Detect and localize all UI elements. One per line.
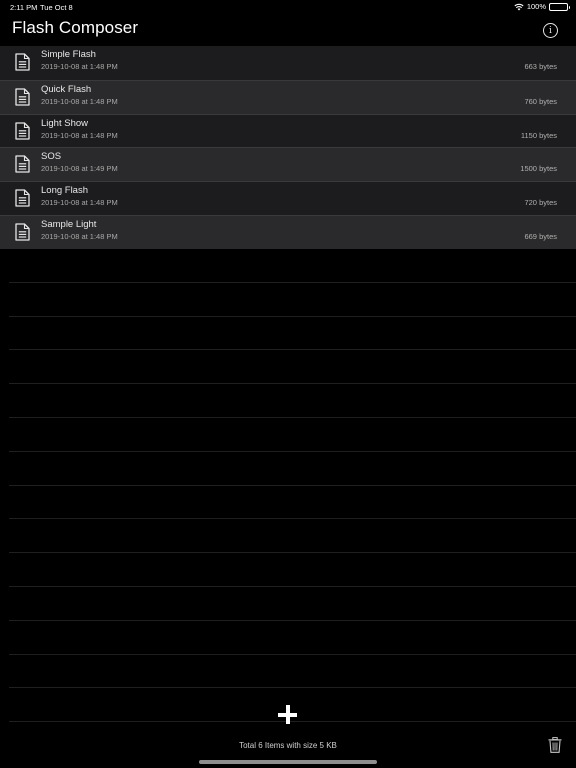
row-separator [9,417,576,418]
empty-list-area [0,248,576,728]
file-date: 2019-10-08 at 1:49 PM [41,164,118,174]
file-row[interactable]: Simple Flash 2019-10-08 at 1:48 PM 663 byt… [0,46,576,80]
row-separator [9,518,576,520]
file-row[interactable]: Quick Flash 2019-10-08 at 1:48 PM 760 byte… [0,79,576,114]
document-icon [15,223,30,241]
file-size: 1150 bytes [520,130,557,140]
row-separator [9,586,576,587]
row-separator [9,450,576,452]
document-icon [15,88,30,106]
total-summary: Total 6 Items with size 5 KB [239,741,337,750]
app-screen: 2:11 PM Tue Oct 8 100% Flash Composer i … [0,0,576,768]
file-date: 2019-10-08 at 1:48 PM [41,231,118,241]
info-icon[interactable]: i [543,23,558,38]
file-size: 669 bytes [524,231,557,241]
file-name: Sample Light [41,218,97,230]
document-icon [15,53,30,71]
file-size: 760 bytes [524,96,557,106]
file-date: 2019-10-08 at 1:48 PM [41,62,118,71]
row-separator [9,349,576,351]
file-size: 663 bytes [524,62,557,71]
wifi-icon [514,3,524,11]
status-time: 2:11 PM [10,3,38,12]
row-separator [9,383,576,385]
row-separator [9,619,576,621]
file-name: Light Show [41,117,89,129]
file-row[interactable]: Long Flash 2019-10-08 at 1:48 PM 720 bytes [0,181,576,215]
row-separator [9,281,576,283]
plus-icon[interactable] [277,704,298,725]
file-size: 720 bytes [524,198,557,208]
file-date: 2019-10-08 at 1:48 PM [41,96,118,106]
file-name: Simple Flash [41,49,96,60]
file-name: Quick Flash [41,83,92,95]
row-separator [9,484,576,486]
battery-icon [549,2,570,11]
document-icon [15,121,30,140]
document-icon [15,189,30,207]
file-row[interactable]: Sample Light 2019-10-08 at 1:48 PM 669 byt… [0,214,576,249]
file-date: 2019-10-08 at 1:48 PM [41,130,118,140]
file-list: Simple Flash 2019-10-08 at 1:48 PM 663 byt… [0,46,576,249]
document-icon [15,155,30,174]
battery-percent: 100% [526,2,546,11]
file-name: SOS [41,151,62,163]
status-bar: 2:11 PM Tue Oct 8 100% [0,0,576,14]
file-row[interactable]: Light Show 2019-10-08 at 1:48 PM 1150 byte… [0,113,576,148]
row-separator [9,653,576,655]
page-title: Flash Composer [12,18,139,37]
row-separator [9,315,576,317]
status-date: Tue Oct 8 [40,3,73,12]
navigation-bar: Flash Composer i [0,14,576,46]
file-date: 2019-10-08 at 1:48 PM [41,198,118,208]
file-row[interactable]: SOS 2019-10-08 at 1:49 PM 1500 bytes [0,147,576,182]
row-separator [9,552,576,554]
status-indicators: 100% [514,2,570,11]
file-size: 1500 bytes [520,164,557,174]
row-separator [9,687,576,689]
home-indicator [199,760,377,764]
trash-icon[interactable] [548,737,562,753]
file-name: Long Flash [41,185,89,197]
